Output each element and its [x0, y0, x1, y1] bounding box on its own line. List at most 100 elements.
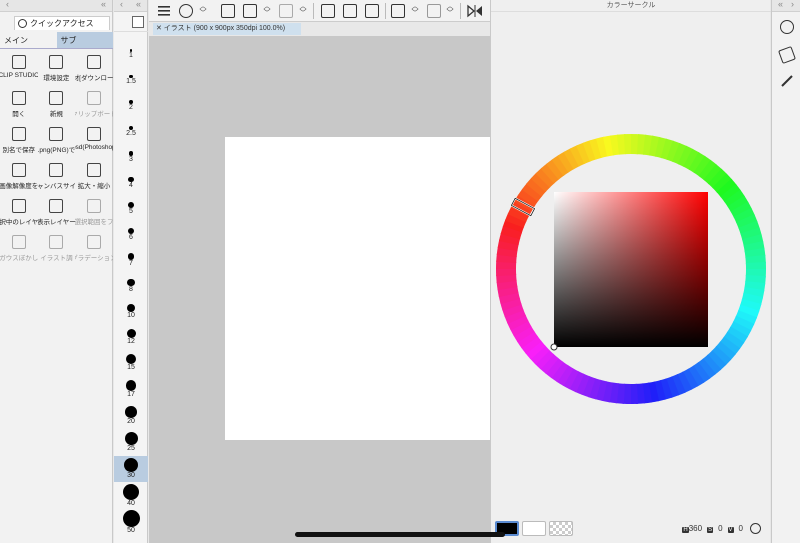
- fit-canvas-icon[interactable]: [321, 4, 335, 18]
- collapse-right-icon[interactable]: ›: [791, 0, 794, 9]
- updown-arrows-icon[interactable]: ︿ ﹀: [446, 3, 454, 17]
- brush-size-label: 30: [127, 472, 135, 480]
- updown-arrows-icon[interactable]: ︿ ﹀: [263, 3, 271, 17]
- document-tab[interactable]: ✕ イラスト (900 x 900px 350dpi 100.0%): [153, 23, 301, 35]
- quick-access-item[interactable]: 新規: [38, 89, 76, 125]
- quick-access-item[interactable]: 素材[ダウンロード]: [75, 53, 113, 89]
- s-value: 0: [718, 524, 723, 533]
- transparent-swatch[interactable]: [549, 521, 573, 536]
- updown-arrows-icon[interactable]: ︿ ﹀: [199, 3, 207, 17]
- toolbar-divider: [313, 3, 314, 19]
- command-bar: ︿ ﹀ ︿ ﹀ ︿ ﹀ ︿ ﹀ ︿ ﹀: [149, 0, 490, 22]
- brush-size-tab-icon[interactable]: [132, 16, 144, 28]
- quick-access-item[interactable]: 画像解像度を: [0, 161, 38, 197]
- brush-size-item[interactable]: 17: [114, 378, 148, 404]
- right-palette-dock: « ›: [771, 0, 800, 543]
- brush-size-label: 2: [129, 103, 133, 111]
- quick-access-item[interactable]: 選択範囲をフ: [75, 197, 113, 233]
- brush-size-label: 20: [127, 417, 135, 425]
- brush-size-item[interactable]: 6: [114, 222, 148, 248]
- brush-size-item[interactable]: 25: [114, 430, 148, 456]
- brush-panel-topbar: ‹ «: [114, 0, 147, 12]
- canvas[interactable]: [225, 137, 490, 440]
- menu-icon[interactable]: [157, 4, 171, 18]
- color-mode-icon[interactable]: [750, 523, 761, 534]
- color-panel-icon[interactable]: [780, 20, 794, 34]
- eraser-icon[interactable]: [427, 4, 441, 18]
- quick-access-item[interactable]: 表示レイヤー: [38, 197, 75, 233]
- quick-access-title: クイックアクセス: [30, 19, 94, 28]
- brush-size-item[interactable]: 15: [114, 352, 148, 378]
- pen-icon[interactable]: [780, 74, 794, 88]
- quick-access-item[interactable]: .psd(Photoshop): [75, 125, 113, 161]
- brush-size-item[interactable]: 3: [114, 144, 148, 170]
- quick-access-item-icon: [49, 199, 64, 213]
- quick-access-item[interactable]: 拡大・縮小: [75, 161, 113, 197]
- clip-studio-icon[interactable]: [179, 4, 193, 18]
- quick-access-item[interactable]: 選択中のレイヤー: [0, 197, 38, 233]
- quick-access-item[interactable]: グラデーション: [75, 233, 113, 269]
- canvas-workspace[interactable]: [149, 36, 490, 543]
- quick-access-row: 別名で保存.png(PNG)で.psd(Photoshop): [0, 125, 113, 161]
- quick-access-item-icon: [11, 55, 26, 69]
- updown-arrows-icon[interactable]: ︿ ﹀: [411, 3, 419, 17]
- brush-size-item[interactable]: 7: [114, 248, 148, 274]
- quick-access-item[interactable]: 環境設定: [38, 53, 76, 89]
- updown-arrows-icon[interactable]: ︿ ﹀: [299, 3, 307, 17]
- quick-access-item[interactable]: 別名で保存: [0, 125, 38, 161]
- quick-access-item[interactable]: キャンバスサイズ: [37, 161, 76, 197]
- quick-access-row: 選択中のレイヤー表示レイヤー選択範囲をフ: [0, 197, 113, 233]
- quick-access-item[interactable]: イラスト調: [38, 233, 76, 269]
- quick-access-item-label: 拡大・縮小: [77, 183, 111, 190]
- save-icon[interactable]: [279, 4, 293, 18]
- open-folder-icon[interactable]: [221, 4, 235, 18]
- s-label: S: [707, 527, 714, 533]
- collapse-left-icon[interactable]: ‹: [6, 0, 9, 9]
- quick-access-item-icon: [11, 235, 26, 249]
- quick-access-tab[interactable]: クイックアクセス: [14, 16, 110, 30]
- brush-size-item[interactable]: 5: [114, 196, 148, 222]
- brush-size-item[interactable]: 10: [114, 300, 148, 326]
- brush-size-item[interactable]: 2.5: [114, 118, 148, 144]
- sv-marker[interactable]: [550, 343, 558, 351]
- brush-size-label: 25: [127, 445, 135, 452]
- brush-size-item[interactable]: 2: [114, 92, 148, 118]
- subtab-main[interactable]: メイン: [0, 32, 57, 49]
- collapse-right-icon[interactable]: «: [136, 0, 141, 9]
- quick-access-item[interactable]: ガウスぼかし: [0, 233, 38, 269]
- collapse-right-icon[interactable]: «: [101, 0, 106, 9]
- brush-size-label: 17: [127, 390, 135, 398]
- brush-size-item[interactable]: 8: [114, 274, 148, 300]
- brush-size-item[interactable]: 1: [114, 40, 148, 66]
- quick-access-item[interactable]: .png(PNG)で: [38, 125, 76, 161]
- flip-icon[interactable]: [467, 4, 482, 18]
- crop-icon[interactable]: [365, 4, 379, 18]
- collapse-left-icon[interactable]: «: [778, 0, 783, 9]
- brush-size-item[interactable]: 20: [114, 404, 148, 430]
- quick-access-item[interactable]: 開く: [0, 89, 38, 125]
- brush-size-item[interactable]: 30: [114, 456, 148, 482]
- brush-size-item[interactable]: 40: [114, 482, 148, 508]
- collapse-left-icon[interactable]: ‹: [120, 0, 123, 9]
- quick-access-item-label: 別名で保存: [2, 147, 36, 154]
- fill-icon[interactable]: [778, 46, 796, 64]
- brush-size-item[interactable]: 1.5: [114, 66, 148, 92]
- quick-access-icon: [18, 19, 27, 28]
- color-wheel[interactable]: [491, 0, 771, 518]
- quick-access-item[interactable]: クリップボード: [75, 89, 113, 125]
- quick-access-item-label: キャンバスサイズ: [37, 183, 76, 190]
- new-file-icon[interactable]: [243, 4, 257, 18]
- sub-color-swatch[interactable]: [522, 521, 546, 536]
- actual-size-icon[interactable]: [343, 4, 357, 18]
- quick-access-item[interactable]: CLIP STUDIO: [0, 53, 38, 89]
- brush-size-item[interactable]: 4: [114, 170, 148, 196]
- quick-access-item-icon: [49, 235, 64, 249]
- brush-size-item[interactable]: 12: [114, 326, 148, 352]
- brush-size-label: 6: [129, 233, 133, 241]
- subtab-sub[interactable]: サブ: [56, 32, 113, 49]
- right-dock-topbar: « ›: [772, 0, 800, 12]
- toolbar-divider: [460, 3, 461, 19]
- brush-size-item[interactable]: 50: [114, 508, 148, 534]
- quick-access-item-label: 画像解像度を: [0, 183, 38, 190]
- layers-icon[interactable]: [391, 4, 405, 18]
